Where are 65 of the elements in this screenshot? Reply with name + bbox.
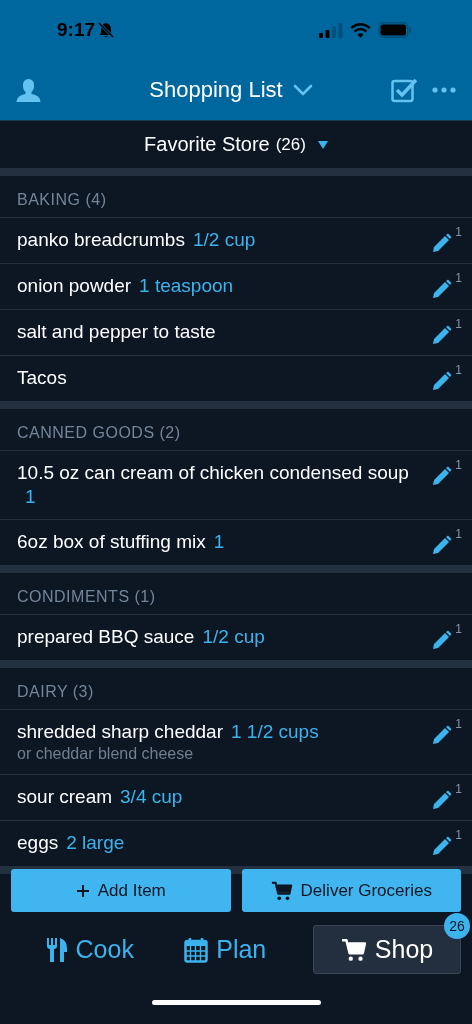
category-header: CONDIMENTS (1) bbox=[16, 587, 157, 607]
item-amount: 3/4 cup bbox=[120, 786, 183, 807]
item-name[interactable]: 6oz box of stuffing mix bbox=[17, 530, 206, 554]
item-name[interactable]: Tacos bbox=[17, 366, 67, 390]
item-name[interactable]: salt and pepper to taste bbox=[17, 320, 216, 344]
calendar-icon bbox=[184, 936, 209, 963]
item-count: 1 bbox=[455, 622, 462, 636]
item-amount: 1/2 cup bbox=[202, 626, 265, 647]
wifi-icon bbox=[350, 22, 371, 38]
caret-down-icon bbox=[317, 140, 328, 149]
item-amount: 1 teaspoon bbox=[139, 275, 234, 296]
item-name[interactable]: eggs bbox=[17, 831, 59, 855]
pencil-icon[interactable] bbox=[432, 725, 453, 745]
item-amount: 1/2 cup bbox=[192, 229, 256, 250]
checkbox-icon[interactable] bbox=[391, 77, 418, 103]
category-header: BAKING (4) bbox=[16, 190, 108, 210]
pencil-icon[interactable] bbox=[432, 233, 453, 253]
screen-title[interactable]: Shopping List bbox=[149, 77, 283, 103]
item-count: 1 bbox=[455, 317, 462, 331]
deliver-button[interactable]: Deliver Groceries bbox=[241, 869, 461, 912]
cart-icon bbox=[340, 936, 367, 963]
bell-slash-icon bbox=[98, 22, 115, 38]
item-amount: 1 1/2 cups bbox=[231, 721, 319, 742]
item-count: 1 bbox=[455, 458, 462, 472]
more-icon[interactable] bbox=[432, 87, 456, 93]
pencil-icon[interactable] bbox=[432, 279, 453, 299]
pencil-icon[interactable] bbox=[432, 325, 453, 345]
cart-icon bbox=[270, 879, 293, 902]
user-icon[interactable] bbox=[16, 77, 41, 103]
item-count: 1 bbox=[455, 717, 462, 731]
signal-icon bbox=[319, 22, 343, 38]
add-item-button[interactable]: Add Item bbox=[11, 869, 231, 912]
item-name[interactable]: panko breadcrumbs bbox=[17, 228, 185, 252]
fork-knife-icon bbox=[45, 936, 68, 963]
battery-icon bbox=[378, 22, 412, 38]
status-time: 9:17 bbox=[57, 19, 96, 41]
item-name[interactable]: shredded sharp cheddar bbox=[17, 720, 223, 744]
item-amount: 1 bbox=[213, 531, 225, 552]
plus-icon bbox=[75, 883, 90, 898]
item-count: 1 bbox=[455, 527, 462, 541]
item-name[interactable]: prepared BBQ sauce bbox=[17, 625, 195, 649]
pencil-icon[interactable] bbox=[432, 535, 453, 555]
item-note: or cheddar blend cheese bbox=[17, 744, 195, 764]
pencil-icon[interactable] bbox=[432, 371, 453, 391]
item-count: 1 bbox=[455, 363, 462, 377]
pencil-icon[interactable] bbox=[432, 630, 453, 650]
item-name[interactable]: onion powder bbox=[17, 274, 132, 298]
item-count: 1 bbox=[455, 225, 462, 239]
pencil-icon[interactable] bbox=[432, 466, 453, 486]
chevron-down-icon[interactable] bbox=[292, 84, 313, 96]
item-name[interactable]: sour cream bbox=[17, 785, 113, 809]
item-count: 1 bbox=[455, 828, 462, 842]
category-header: DAIRY (3) bbox=[16, 682, 95, 702]
tab[interactable]: Plan bbox=[157, 925, 293, 974]
store-selector[interactable]: Favorite Store (26) bbox=[0, 121, 472, 168]
category-header: CANNED GOODS (2) bbox=[16, 423, 182, 443]
count-badge: 26 bbox=[444, 913, 470, 939]
item-amount: 1 bbox=[25, 486, 36, 507]
item-amount: 2 large bbox=[66, 832, 125, 853]
item-name[interactable]: 10.5 oz can cream of chicken condensed soup bbox=[17, 461, 409, 485]
item-count: 1 bbox=[455, 271, 462, 285]
item-count: 1 bbox=[455, 782, 462, 796]
pencil-icon[interactable] bbox=[432, 836, 453, 856]
pencil-icon[interactable] bbox=[432, 790, 453, 810]
tab[interactable]: Cook bbox=[22, 925, 158, 974]
